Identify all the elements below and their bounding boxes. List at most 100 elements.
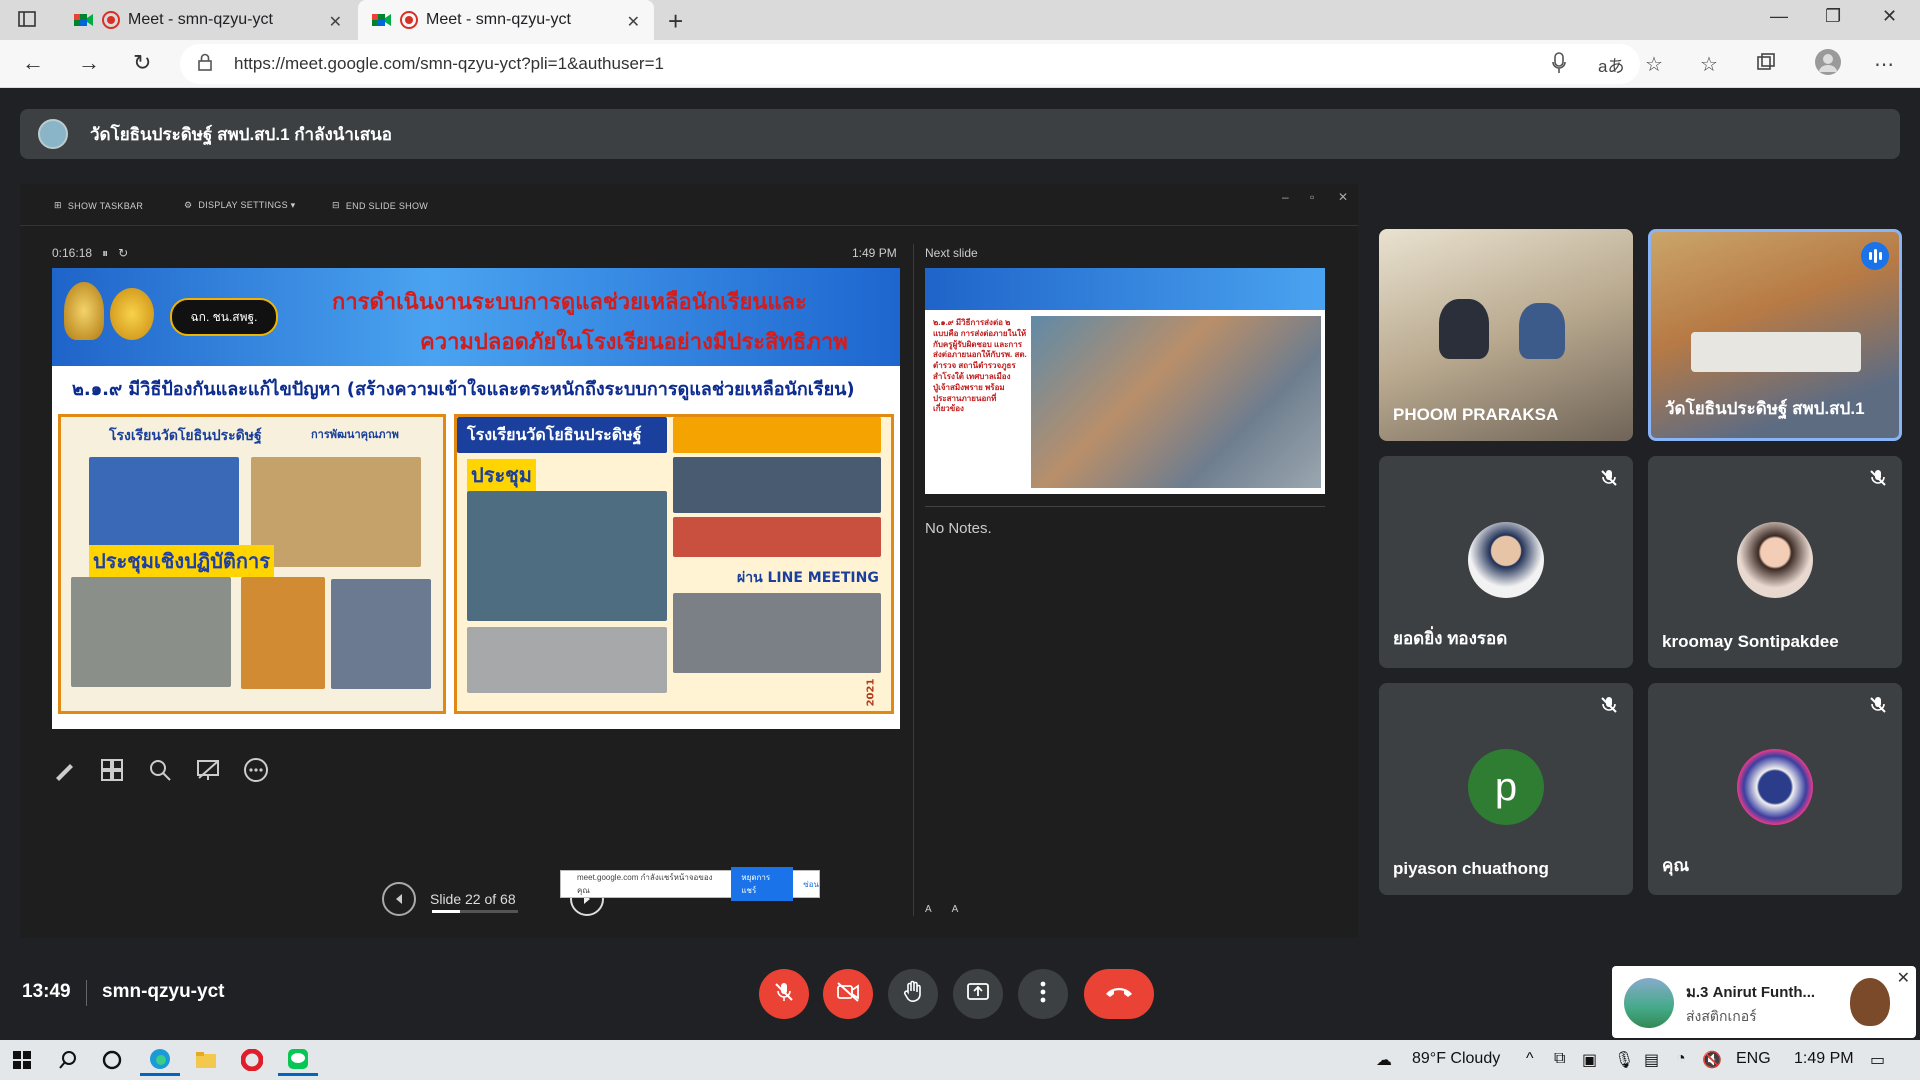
participant-tile[interactable]: p piyason chuathong — [1379, 683, 1633, 895]
notes-font-controls: A A — [925, 904, 958, 915]
sticker-image — [1850, 978, 1890, 1026]
participant-letter-avatar: p — [1468, 749, 1544, 825]
meet-favicon-icon — [372, 12, 392, 28]
maximize-icon[interactable]: ❐ — [1825, 6, 1841, 27]
weather-icon[interactable]: ☁ — [1376, 1050, 1392, 1070]
lock-icon — [198, 53, 212, 76]
tray-app-icon[interactable]: ▤ — [1644, 1050, 1659, 1070]
line-app-icon[interactable] — [278, 1044, 318, 1076]
notification-close-icon[interactable]: ✕ — [1897, 968, 1910, 988]
raise-hand-icon — [902, 980, 924, 1009]
new-tab-icon[interactable]: + — [668, 6, 683, 37]
poster-photo — [71, 577, 231, 687]
next-title-band — [925, 268, 1325, 310]
minimize-icon[interactable]: — — [1770, 6, 1788, 27]
browser-tab-2[interactable]: Meet - smn-qzyu-yct ✕ — [358, 0, 654, 40]
wifi-icon[interactable]: ◔ — [1676, 1050, 1686, 1068]
read-aloud-icon[interactable]: aあ — [1598, 52, 1624, 77]
taskbar-clock[interactable]: 1:49 PM — [1794, 1050, 1854, 1068]
pp-close-icon[interactable]: ✕ — [1338, 190, 1348, 204]
mic-off-icon — [773, 981, 795, 1008]
participant-tile[interactable]: PHOOM PRARAKSA — [1379, 229, 1633, 441]
hide-notice-link[interactable]: ซ่อน — [803, 878, 819, 891]
show-hidden-icons-icon[interactable]: ^ — [1526, 1050, 1534, 1068]
display-settings-icon: ⚙ — [184, 200, 193, 210]
profile-avatar[interactable] — [1814, 48, 1842, 81]
back-icon[interactable]: ← — [22, 50, 44, 76]
participant-tile[interactable]: kroomay Sontipakdee — [1648, 456, 1902, 668]
forward-icon[interactable]: → — [78, 50, 100, 76]
pp-restore-icon[interactable]: ▫ — [1310, 190, 1314, 204]
browser-tab-1[interactable]: Meet - smn-qzyu-yct ✕ — [60, 0, 356, 40]
stop-sharing-button[interactable]: หยุดการแชร์ — [731, 867, 794, 901]
present-screen-icon — [966, 981, 990, 1008]
next-slide-collage — [1031, 316, 1321, 488]
pause-icon[interactable]: ⏸ — [102, 246, 108, 260]
pen-icon[interactable] — [50, 756, 78, 784]
see-all-slides-icon[interactable] — [98, 756, 126, 784]
participant-tile[interactable]: ยอดยิ่ง ทองรอด — [1379, 456, 1633, 668]
tray-microphone-icon[interactable]: 🎙 — [1614, 1050, 1634, 1070]
participant-video — [1439, 299, 1489, 359]
taskbar-icon: ⊞ — [54, 200, 62, 210]
sender-avatar — [1624, 978, 1674, 1028]
notes-separator — [925, 506, 1325, 507]
slide-progress-fill — [432, 910, 460, 913]
more-options-icon[interactable] — [242, 756, 270, 784]
poster-photo — [673, 457, 881, 513]
poster-school-name: โรงเรียนวัดโยธินประดิษฐ์ — [467, 425, 642, 444]
microphone-off-button[interactable] — [759, 969, 809, 1019]
microphone-icon[interactable] — [1552, 52, 1566, 79]
leave-call-button[interactable] — [1084, 969, 1154, 1019]
present-now-button[interactable] — [953, 969, 1003, 1019]
tray-app-icon[interactable]: ▣ — [1582, 1050, 1597, 1070]
weather-text[interactable]: 89°F Cloudy — [1412, 1050, 1500, 1068]
participant-name: piyason chuathong — [1393, 859, 1549, 878]
windows-start-icon[interactable] — [2, 1044, 42, 1076]
increase-font-icon[interactable]: A — [925, 904, 932, 915]
collections-icon[interactable] — [1756, 52, 1776, 77]
poster-header — [673, 417, 881, 453]
restart-timer-icon[interactable]: ↻ — [118, 246, 128, 260]
display-settings-button[interactable]: ⚙ DISPLAY SETTINGS ▾ — [184, 200, 295, 211]
speaking-indicator-icon — [1861, 242, 1889, 270]
poster-photo — [89, 457, 239, 553]
reload-icon[interactable]: ↻ — [133, 50, 151, 76]
tab-close-icon[interactable]: ✕ — [329, 12, 342, 32]
more-options-button[interactable] — [1018, 969, 1068, 1019]
camera-off-button[interactable] — [823, 969, 873, 1019]
search-icon[interactable] — [48, 1044, 88, 1076]
pp-minimize-icon[interactable]: – — [1282, 190, 1289, 204]
favorites-icon[interactable]: ☆ — [1700, 52, 1718, 77]
cortana-icon[interactable] — [92, 1044, 132, 1076]
tray-app-icon[interactable]: ⧉ — [1554, 1050, 1565, 1068]
raise-hand-button[interactable] — [888, 969, 938, 1019]
pane-divider[interactable] — [913, 244, 914, 916]
black-screen-icon[interactable] — [194, 756, 222, 784]
url-field[interactable]: https://meet.google.com/smn-qzyu-yct?pli… — [180, 44, 1640, 84]
file-explorer-icon[interactable] — [186, 1044, 226, 1076]
more-menu-icon[interactable]: ⋯ — [1874, 52, 1894, 77]
volume-muted-icon[interactable]: 🔇 — [1702, 1050, 1722, 1070]
previous-slide-icon[interactable] — [382, 882, 416, 916]
zoom-icon[interactable] — [146, 756, 174, 784]
end-slide-show-button[interactable]: ⊟ END SLIDE SHOW — [332, 200, 428, 211]
tab-close-icon[interactable]: ✕ — [627, 12, 640, 32]
footer-separator — [86, 980, 87, 1006]
poster-school-name: โรงเรียนวัดโยธินประดิษฐ์ — [109, 428, 262, 444]
language-indicator[interactable]: ENG — [1736, 1050, 1771, 1068]
tab-actions-icon[interactable] — [18, 10, 36, 33]
show-taskbar-button[interactable]: ⊞ SHOW TASKBAR — [54, 200, 143, 211]
end-show-icon: ⊟ — [332, 200, 340, 210]
next-slide-text: ๒.๑.๙ มีวิธีการส่งต่อ ๒ แบบคือ การส่งต่อ… — [933, 318, 1027, 414]
participant-tile[interactable]: คุณ — [1648, 683, 1902, 895]
decrease-font-icon[interactable]: A — [952, 904, 959, 915]
slide-timer: 0:16:18 ⏸ ↻ — [52, 246, 129, 260]
participant-tile[interactable]: วัดโยธินประดิษฐ์ สพป.สป.1 — [1648, 229, 1902, 441]
opera-icon[interactable] — [232, 1044, 272, 1076]
favorite-add-icon[interactable]: ☆ — [1645, 52, 1663, 77]
action-center-icon[interactable]: ▭ — [1870, 1050, 1885, 1070]
window-close-icon[interactable]: ✕ — [1882, 6, 1897, 27]
edge-browser-icon[interactable] — [140, 1044, 180, 1076]
line-notification[interactable]: ม.3 Anirut Funth... ส่งสติกเกอร์ ✕ — [1612, 966, 1916, 1038]
